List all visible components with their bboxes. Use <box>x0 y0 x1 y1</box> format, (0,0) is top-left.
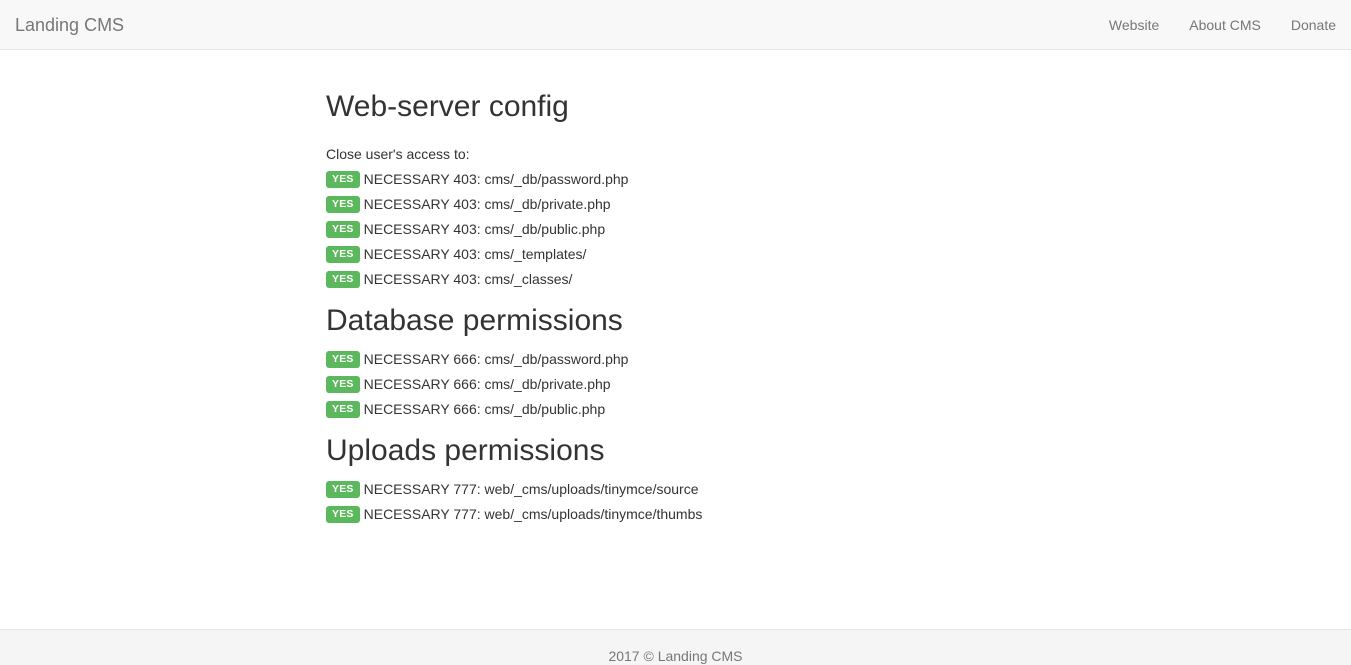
status-badge: YES <box>326 351 360 368</box>
check-row: YES NECESSARY 403: cms/_db/private.php <box>326 192 1026 217</box>
check-row: YES NECESSARY 403: cms/_classes/ <box>326 267 1026 292</box>
intro-text: Close user's access to: <box>326 146 470 162</box>
status-badge: YES <box>326 246 360 263</box>
status-badge: YES <box>326 196 360 213</box>
check-text: NECESSARY 403: cms/_db/public.php <box>363 221 606 237</box>
footer: 2017 © Landing CMS <box>0 629 1351 665</box>
check-text: NECESSARY 666: cms/_db/private.php <box>363 376 611 392</box>
check-row: YES NECESSARY 403: cms/_db/password.php <box>326 167 1026 192</box>
status-badge: YES <box>326 171 360 188</box>
check-text: NECESSARY 666: cms/_db/password.php <box>363 351 629 367</box>
check-text: NECESSARY 403: cms/_db/private.php <box>363 196 611 212</box>
main-content: Web-server config Close user's access to… <box>326 50 1026 527</box>
check-text: NECESSARY 777: web/_cms/uploads/tinymce/… <box>363 506 703 522</box>
nav-link-website[interactable]: Website <box>1094 0 1174 50</box>
check-row: YES NECESSARY 403: cms/_db/public.php <box>326 217 1026 242</box>
status-badge: YES <box>326 221 360 238</box>
footer-copyright: 2017 © Landing CMS <box>608 648 743 664</box>
section-title-web-server: Web-server config <box>326 90 569 123</box>
brand-link[interactable]: Landing CMS <box>15 0 124 50</box>
uploads-checks: YES NECESSARY 777: web/_cms/uploads/tiny… <box>326 477 1026 527</box>
nav-links: Website About CMS Donate <box>1094 0 1351 50</box>
check-text: NECESSARY 403: cms/_db/password.php <box>363 171 629 187</box>
section-title-database: Database permissions <box>326 304 623 337</box>
status-badge: YES <box>326 506 360 523</box>
section-title-uploads: Uploads permissions <box>326 434 605 467</box>
check-row: YES NECESSARY 403: cms/_templates/ <box>326 242 1026 267</box>
navbar: Landing CMS Website About CMS Donate <box>0 0 1351 50</box>
check-text: NECESSARY 666: cms/_db/public.php <box>363 401 606 417</box>
status-badge: YES <box>326 481 360 498</box>
status-badge: YES <box>326 271 360 288</box>
status-badge: YES <box>326 401 360 418</box>
nav-link-donate[interactable]: Donate <box>1276 0 1351 50</box>
check-text: NECESSARY 403: cms/_classes/ <box>363 271 573 287</box>
check-row: YES NECESSARY 666: cms/_db/private.php <box>326 372 1026 397</box>
check-row: YES NECESSARY 777: web/_cms/uploads/tiny… <box>326 502 1026 527</box>
check-row: YES NECESSARY 666: cms/_db/public.php <box>326 397 1026 422</box>
check-text: NECESSARY 777: web/_cms/uploads/tinymce/… <box>363 481 699 497</box>
check-text: NECESSARY 403: cms/_templates/ <box>363 246 587 262</box>
database-checks: YES NECESSARY 666: cms/_db/password.php … <box>326 347 1026 422</box>
check-row: YES NECESSARY 666: cms/_db/password.php <box>326 347 1026 372</box>
nav-link-about-cms[interactable]: About CMS <box>1174 0 1276 50</box>
web-server-checks: YES NECESSARY 403: cms/_db/password.php … <box>326 167 1026 292</box>
status-badge: YES <box>326 376 360 393</box>
check-row: YES NECESSARY 777: web/_cms/uploads/tiny… <box>326 477 1026 502</box>
